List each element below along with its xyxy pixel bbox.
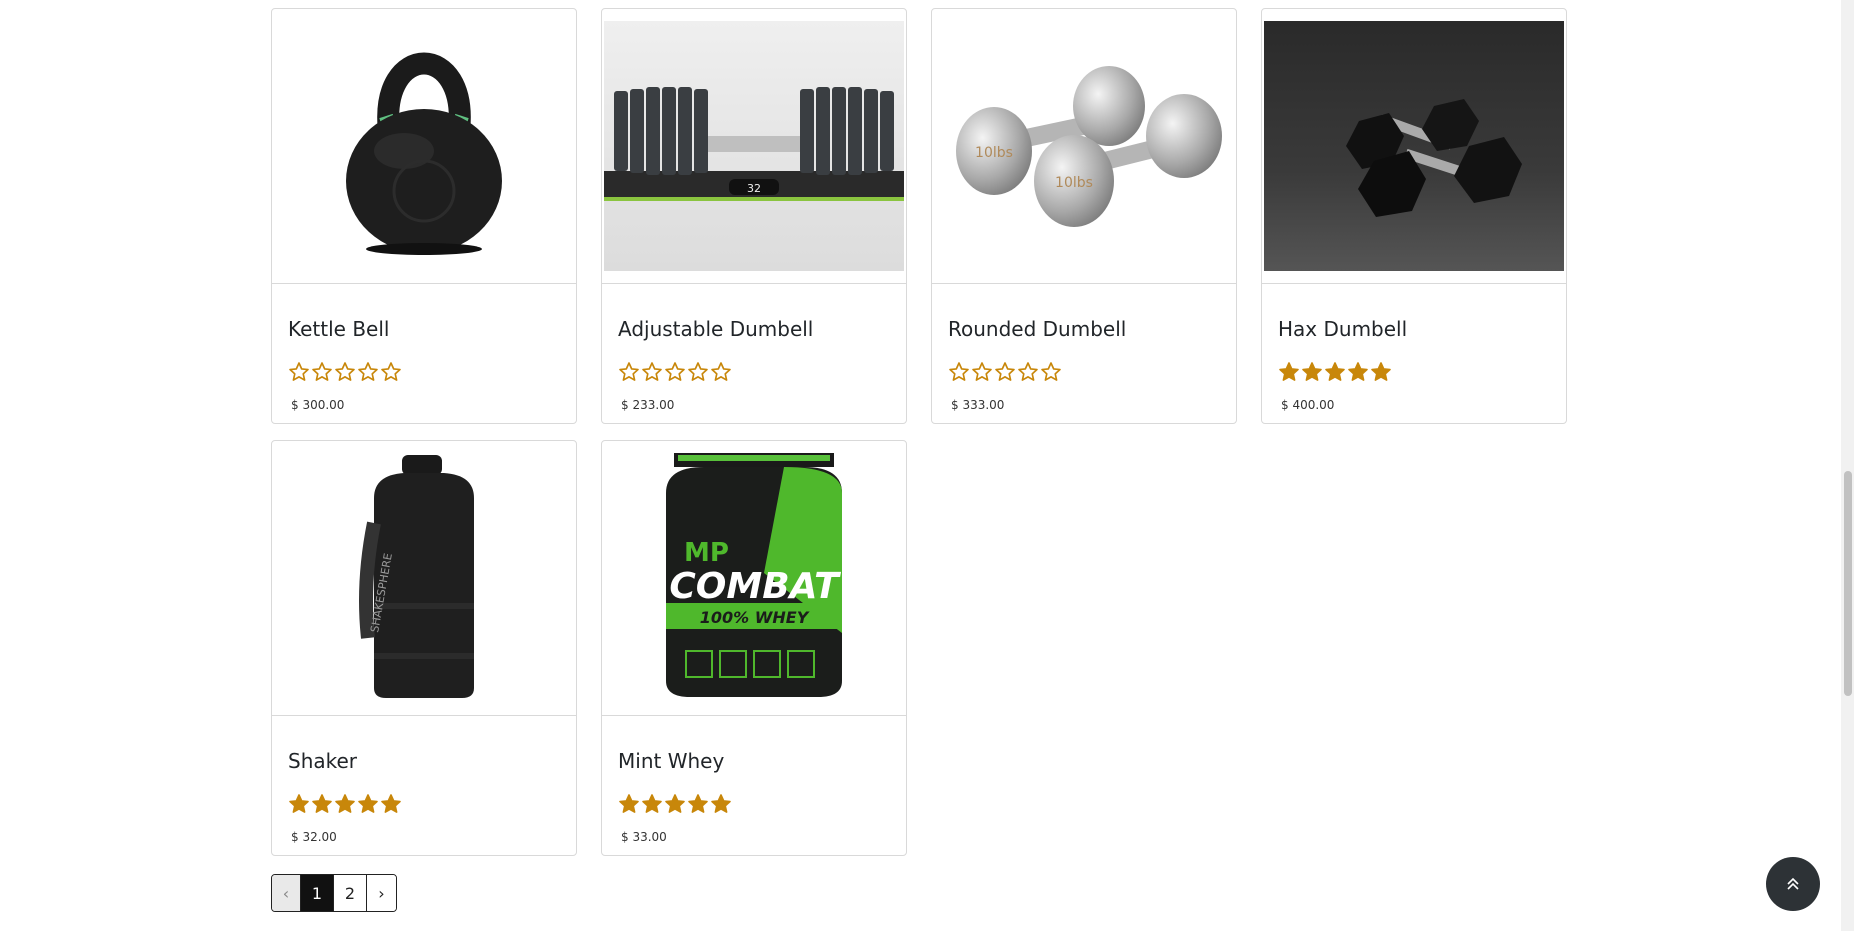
star-filled-icon [665, 794, 685, 813]
pagination-next-button[interactable]: › [367, 875, 396, 911]
star-empty-icon [1041, 362, 1061, 381]
shaker-image: SHAKESPHERE [274, 453, 574, 703]
rounded-dumbbell-image: 10lbs 10lbs [934, 21, 1234, 271]
svg-text:MP: MP [684, 538, 729, 568]
product-title[interactable]: Rounded Dumbell [948, 317, 1126, 341]
star-empty-icon [619, 362, 639, 381]
adjustable-dumbbell-image: 32 [604, 21, 904, 271]
scroll-to-top-button[interactable] [1766, 857, 1820, 911]
product-price: $ 33.00 [621, 830, 667, 844]
star-filled-icon [619, 794, 639, 813]
star-empty-icon [688, 362, 708, 381]
star-empty-icon [711, 362, 731, 381]
product-title[interactable]: Kettle Bell [288, 317, 389, 341]
product-grid: Kettle Bell $ 300.00 32 Adjustable Dumbe… [271, 8, 1567, 856]
product-image[interactable]: 10lbs 10lbs [932, 9, 1236, 284]
star-empty-icon [972, 362, 992, 381]
product-card[interactable]: Kettle Bell $ 300.00 [271, 8, 577, 424]
product-rating [288, 361, 402, 383]
pagination-prev-button[interactable]: ‹ [272, 875, 301, 911]
star-filled-icon [711, 794, 731, 813]
product-title[interactable]: Adjustable Dumbell [618, 317, 813, 341]
product-card[interactable]: 10lbs 10lbs Rounded Dumbell $ 333.00 [931, 8, 1237, 424]
product-price: $ 300.00 [291, 398, 345, 412]
pagination-page-2[interactable]: 2 [334, 875, 367, 911]
star-empty-icon [949, 362, 969, 381]
product-price: $ 233.00 [621, 398, 675, 412]
svg-text:10lbs: 10lbs [1055, 175, 1093, 191]
svg-text:COMBAT: COMBAT [669, 566, 841, 607]
product-rating [618, 361, 732, 383]
product-rating [618, 793, 732, 815]
star-filled-icon [1348, 362, 1368, 381]
star-filled-icon [642, 794, 662, 813]
svg-text:32: 32 [747, 182, 761, 195]
star-filled-icon [358, 794, 378, 813]
star-filled-icon [1302, 362, 1322, 381]
product-card[interactable]: SHAKESPHERE Shaker $ 32.00 [271, 440, 577, 856]
star-empty-icon [381, 362, 401, 381]
star-filled-icon [1279, 362, 1299, 381]
product-price: $ 400.00 [1281, 398, 1335, 412]
product-card[interactable]: Hax Dumbell $ 400.00 [1261, 8, 1567, 424]
product-price: $ 32.00 [291, 830, 337, 844]
product-card[interactable]: 32 Adjustable Dumbell $ 233.00 [601, 8, 907, 424]
product-title[interactable]: Mint Whey [618, 749, 724, 773]
double-chevron-up-icon [1787, 877, 1799, 890]
star-filled-icon [289, 794, 309, 813]
page-scrollbar[interactable] [1841, 0, 1854, 931]
product-rating [288, 793, 402, 815]
pagination: ‹ 1 2 › [271, 874, 397, 912]
star-empty-icon [995, 362, 1015, 381]
star-filled-icon [1371, 362, 1391, 381]
scrollbar-thumb[interactable] [1844, 471, 1852, 696]
star-empty-icon [289, 362, 309, 381]
product-image[interactable]: MP COMBAT 100% WHEY [602, 441, 906, 716]
star-filled-icon [688, 794, 708, 813]
svg-text:10lbs: 10lbs [975, 145, 1013, 161]
star-empty-icon [335, 362, 355, 381]
star-filled-icon [335, 794, 355, 813]
product-rating [1278, 361, 1392, 383]
kettlebell-image [274, 21, 574, 271]
product-card[interactable]: MP COMBAT 100% WHEY Mint Whey $ 33.00 [601, 440, 907, 856]
star-empty-icon [642, 362, 662, 381]
product-image[interactable] [1262, 9, 1566, 284]
star-empty-icon [312, 362, 332, 381]
star-empty-icon [1018, 362, 1038, 381]
product-title[interactable]: Hax Dumbell [1278, 317, 1407, 341]
star-filled-icon [381, 794, 401, 813]
pagination-page-1[interactable]: 1 [301, 875, 334, 911]
product-rating [948, 361, 1062, 383]
hex-dumbbell-image [1264, 21, 1564, 271]
star-empty-icon [665, 362, 685, 381]
star-filled-icon [1325, 362, 1345, 381]
star-empty-icon [358, 362, 378, 381]
whey-image: MP COMBAT 100% WHEY [604, 453, 904, 703]
product-price: $ 333.00 [951, 398, 1005, 412]
product-image[interactable]: 32 [602, 9, 906, 284]
star-filled-icon [312, 794, 332, 813]
svg-text:100% WHEY: 100% WHEY [700, 608, 810, 627]
product-image[interactable] [272, 9, 576, 284]
product-image[interactable]: SHAKESPHERE [272, 441, 576, 716]
product-title[interactable]: Shaker [288, 749, 357, 773]
